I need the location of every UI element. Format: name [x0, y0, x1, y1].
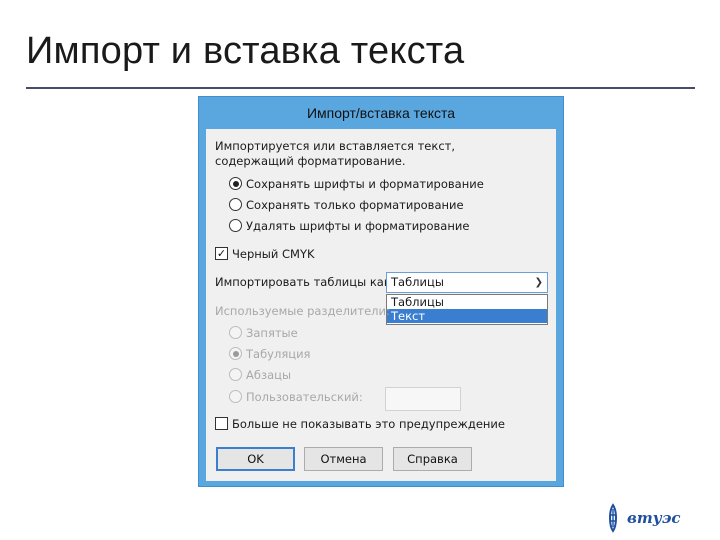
radio-label-keep-formatting-only[interactable]: Сохранять только форматирование [246, 198, 464, 212]
radio-remove-fonts-formatting[interactable] [229, 219, 242, 232]
cancel-button[interactable]: Отмена [304, 447, 383, 471]
logo-emblem-icon: втуэс [609, 503, 681, 533]
delimiters-label: Используемые разделители: [215, 304, 390, 318]
ok-button[interactable]: OK [216, 447, 295, 471]
checkbox-label-dont-show-again[interactable]: Больше не показывать это предупреждение [232, 417, 505, 431]
import-tables-dropdown: Таблицы Текст [386, 294, 548, 325]
help-button[interactable]: Справка [393, 447, 472, 471]
checkbox-label-black-cmyk[interactable]: Черный CMYK [232, 247, 315, 261]
dropdown-option-tables[interactable]: Таблицы [387, 295, 547, 309]
radio-tabs[interactable] [229, 347, 242, 360]
logo-text: втуэс [627, 509, 681, 527]
radio-keep-formatting-only[interactable] [229, 198, 242, 211]
radio-label-paragraphs[interactable]: Абзацы [246, 368, 291, 382]
university-logo: втуэс [607, 503, 687, 533]
radio-commas[interactable] [229, 326, 242, 339]
slide-title: Импорт и вставка текста [26, 30, 465, 72]
custom-delimiter-input[interactable] [385, 387, 461, 411]
import-tables-select[interactable]: Таблицы ❯ [386, 272, 548, 293]
import-tables-selected: Таблицы [391, 275, 444, 289]
checkbox-black-cmyk[interactable]: ✓ [215, 247, 228, 260]
radio-label-tabs[interactable]: Табуляция [246, 347, 310, 361]
dropdown-option-text[interactable]: Текст [387, 309, 547, 323]
radio-paragraphs[interactable] [229, 368, 242, 381]
radio-label-commas[interactable]: Запятые [246, 326, 298, 340]
import-paste-dialog: Импорт/вставка текста Импортируется или … [198, 96, 564, 487]
radio-label-custom[interactable]: Пользовательский: [246, 390, 363, 404]
dialog-title: Импорт/вставка текста [306, 105, 456, 121]
radio-custom[interactable] [229, 390, 242, 403]
import-tables-label: Импортировать таблицы как: [215, 275, 395, 289]
radio-keep-fonts-formatting[interactable] [229, 177, 242, 190]
title-divider [26, 87, 695, 89]
radio-label-keep-fonts-formatting[interactable]: Сохранять шрифты и форматирование [246, 177, 484, 191]
checkbox-dont-show-again[interactable] [215, 417, 228, 430]
radio-label-remove-fonts-formatting[interactable]: Удалять шрифты и форматирование [246, 219, 469, 233]
chevron-down-icon[interactable]: ❯ [535, 273, 543, 292]
dialog-message-line2: содержащий форматирование. [215, 154, 406, 168]
dialog-message-line1: Импортируется или вставляется текст, [215, 139, 455, 153]
dialog-body: Импортируется или вставляется текст, сод… [206, 129, 556, 481]
